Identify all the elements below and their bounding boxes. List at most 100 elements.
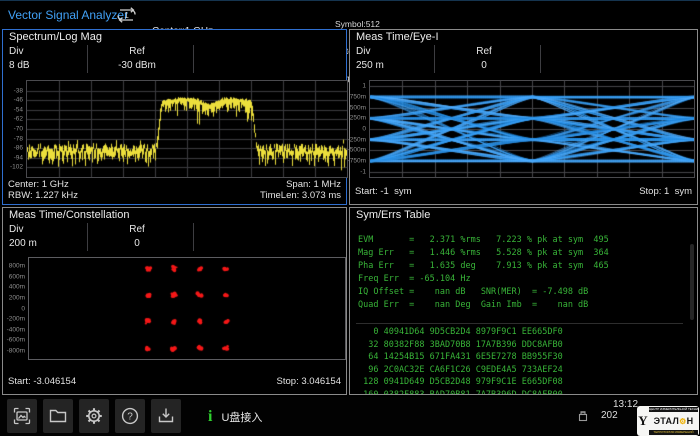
divider — [434, 45, 435, 73]
watermark-brand: ЭТАЛ⚙Н — [649, 416, 698, 427]
usb-device-icon[interactable] — [576, 409, 590, 428]
y-tick-label: 400m — [9, 284, 25, 291]
info-icon: i — [208, 409, 212, 425]
screenshot-button[interactable] — [7, 399, 37, 433]
spectrum-panel[interactable]: Spectrum/Log Mag Div 8 dB Ref -30 dBm -3… — [2, 29, 347, 205]
y-tick-label: 0 — [21, 305, 25, 312]
ref-value: 0 — [446, 59, 522, 73]
footer-start: Start: -1 sym — [355, 186, 411, 197]
divider — [193, 45, 194, 73]
constellation-panel-title: Meas Time/Constellation — [9, 209, 129, 221]
gear-glyph: ⚙ — [679, 417, 686, 426]
constellation-panel[interactable]: Meas Time/Constellation Div 200 m Ref 0 … — [2, 207, 347, 395]
y-tick-label: 200m — [9, 294, 25, 301]
ref-value: -30 dBm — [99, 59, 175, 73]
y-tick-label: -38 — [14, 87, 23, 94]
spectrum-chart: -38-46-54-62-70-78-86-94-102 — [26, 80, 348, 178]
table-line: 64 14254B15 671FA431 6E5E7278 BB955F30 — [358, 351, 687, 364]
y-tick-label: -750m — [348, 158, 366, 165]
ref-label: Ref — [99, 223, 175, 237]
trace-loop-icon[interactable]: 1 — [113, 5, 140, 25]
settings-button[interactable] — [79, 399, 109, 433]
eye-y-axis: 1 750m 500m 250m 0 -250m -500m -750m -1 — [351, 81, 368, 177]
file-manager-button[interactable] — [43, 399, 73, 433]
folder-icon — [48, 406, 68, 426]
ref-value: 0 — [99, 237, 175, 251]
save-button[interactable] — [151, 399, 181, 433]
footer-center: Center: 1 GHz — [8, 179, 69, 190]
y-tick-label: -54 — [14, 106, 23, 113]
divider — [87, 45, 88, 73]
y-tick-label: -70 — [14, 126, 23, 133]
spectrum-y-axis: -38-46-54-62-70-78-86-94-102 — [4, 81, 25, 177]
sym-errs-table-panel[interactable]: Sym/Errs Table EVM = 2.371 %rms 7.223 % … — [349, 207, 698, 395]
etalon-watermark: Y ЦЕНТР ИЗМЕРИТЕЛЬНОЙ ТЕХНИКИ ЭТАЛ⚙Н ТЕР… — [637, 406, 699, 436]
y-tick-label: -1 — [360, 168, 366, 175]
table-line: Pha Err = 1.635 deg 7.913 % pk at sym 46… — [358, 260, 687, 273]
y-tick-label: -78 — [14, 135, 23, 142]
footer-stop: Stop: 1 sym — [639, 186, 692, 197]
eye-panel-title: Meas Time/Eye-I — [356, 31, 439, 43]
footer-timelen: TimeLen: 3.073 ms — [260, 190, 341, 201]
vsa-screen: Vector Signal Analyzer 1 Center:1 GHz Sp… — [0, 0, 700, 436]
y-tick-label: 750m — [350, 94, 366, 101]
divider — [540, 45, 541, 73]
etalon-logo-mark: Y — [638, 407, 648, 435]
y-tick-label: -600m — [7, 337, 25, 344]
y-tick-label: -94 — [14, 154, 23, 161]
svg-text:?: ? — [127, 412, 133, 423]
ref-label: Ref — [446, 45, 522, 59]
table-line: 160 0382F883 BAD70B81 7A7B396D DC8AFB00 — [358, 389, 687, 395]
save-download-icon — [156, 406, 176, 426]
table-line: IQ Offset = nan dB SNR(MER) = -7.498 dB — [358, 286, 687, 299]
watermark-header: ЦЕНТР ИЗМЕРИТЕЛЬНОЙ ТЕХНИКИ — [649, 407, 698, 412]
table-line: 128 0941D649 D5CB2D48 979F9C1E E665DF08 — [358, 376, 687, 389]
table-line: 32 80382F88 3BAD70B8 17A7B396 DDC8AFB0 — [358, 339, 687, 352]
footer-stop: Stop: 3.046154 — [277, 376, 341, 387]
table-line: 0 40941D64 9D5CB2D4 8979F9C1 EE665DF0 — [358, 326, 687, 339]
table-line: Mag Err = 1.446 %rms 5.528 % pk at sym 3… — [358, 247, 687, 260]
table-line: Quad Err = nan Deg Gain Imb = nan dB — [358, 299, 687, 312]
spectrum-trace-canvas — [27, 81, 347, 177]
constellation-footer: Start: -3.046154 Stop: 3.046154 — [8, 376, 341, 387]
divider — [193, 223, 194, 251]
svg-text:1: 1 — [124, 10, 129, 20]
table-line: 96 2C0AC32E CA6F1C26 C9EDE4A5 733AEF24 — [358, 364, 687, 377]
y-tick-label: 500m — [350, 104, 366, 111]
y-tick-label: 800m — [9, 262, 25, 269]
clock-date: 202 — [601, 410, 638, 421]
eye-diagram-panel[interactable]: Meas Time/Eye-I Div 250 m Ref 0 1 750m 500… — [349, 29, 698, 205]
clock: 13:12 202 — [601, 399, 638, 421]
screenshot-icon — [12, 406, 32, 426]
div-value: 8 dB — [9, 59, 30, 73]
y-tick-label: 1 — [362, 83, 366, 90]
y-tick-label: -46 — [14, 97, 23, 104]
divider — [87, 223, 88, 251]
symerrs-panel-title: Sym/Errs Table — [356, 209, 430, 221]
constellation-y-axis: 800m600m400m200m0-200m-400m-600m-800m — [4, 258, 27, 359]
help-button[interactable]: ? — [115, 399, 145, 433]
y-tick-label: 600m — [9, 273, 25, 280]
eye-footer: Start: -1 sym Stop: 1 sym — [355, 186, 692, 197]
y-tick-label: -62 — [14, 116, 23, 123]
y-tick-label: -250m — [348, 136, 366, 143]
constellation-div-ref-row: Div 200 m Ref 0 — [3, 223, 346, 252]
usb-message-text: U盘接入 — [221, 409, 262, 425]
eye-div-ref-row: Div 250 m Ref 0 — [350, 45, 697, 74]
y-tick-label: -500m — [348, 147, 366, 154]
y-tick-label: 0 — [362, 126, 366, 133]
footer-span: Span: 1 MHz — [286, 179, 341, 190]
gear-icon — [84, 406, 104, 426]
app-title: Vector Signal Analyzer — [8, 8, 128, 22]
constellation-canvas — [29, 258, 345, 359]
y-tick-label: 250m — [350, 115, 366, 122]
symbol-count: Symbol:512 — [335, 20, 403, 29]
watermark-footer: ТЕРРИТОРИЯ ИЗМЕРЕНИЙ — [649, 430, 698, 435]
div-label: Div — [9, 45, 30, 59]
y-tick-label: -800m — [7, 348, 25, 355]
table-scrollbar[interactable] — [690, 244, 694, 320]
eye-chart: 1750m500m250m0-250m-500m-750m-1 — [369, 80, 695, 178]
clock-time: 13:12 — [613, 399, 638, 410]
div-value: 250 m — [356, 59, 384, 73]
y-tick-label: -200m — [7, 316, 25, 323]
